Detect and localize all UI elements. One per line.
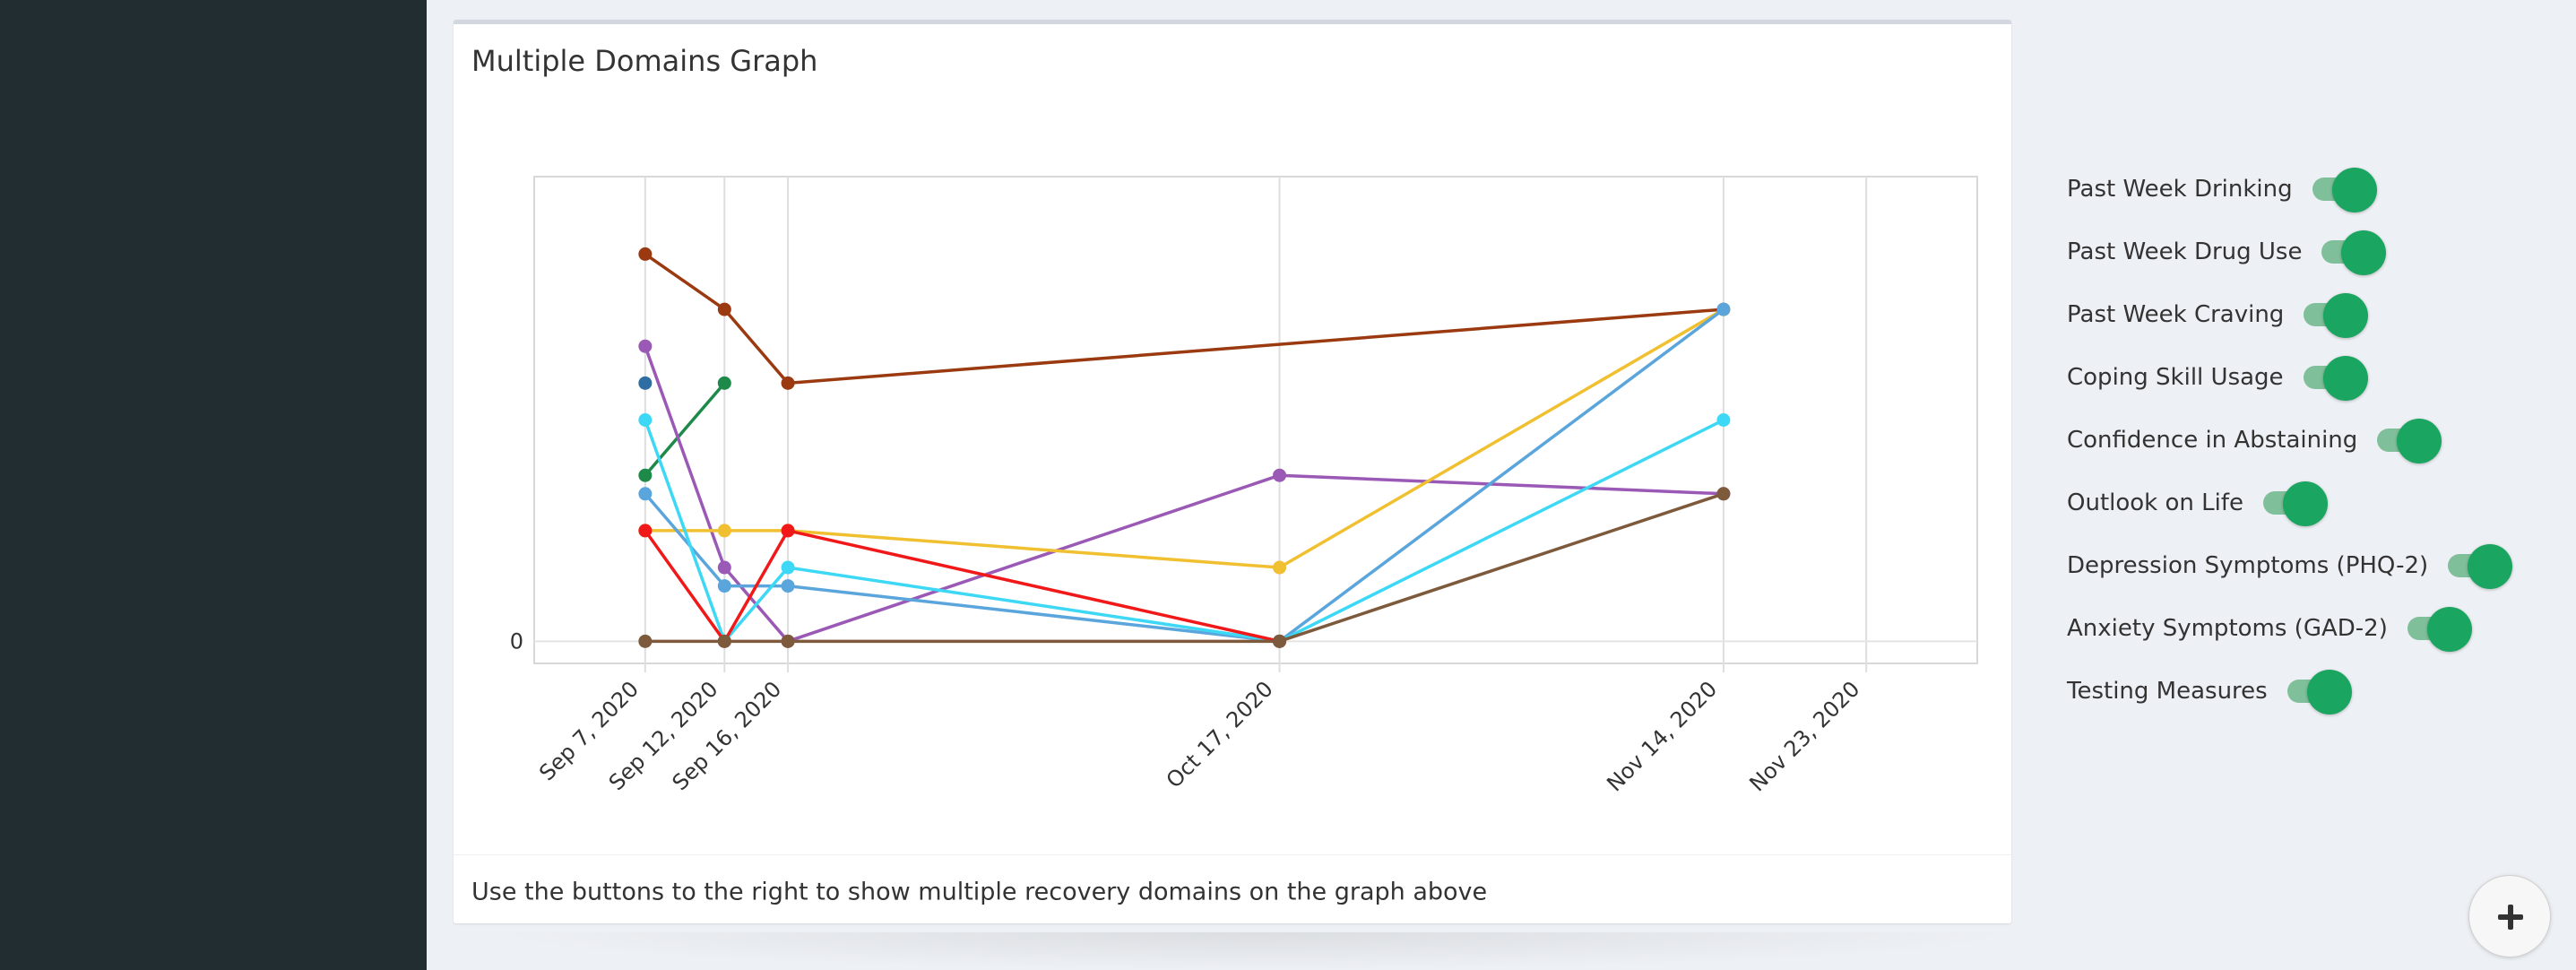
series-line xyxy=(644,307,1725,569)
domain-toggle-switch[interactable] xyxy=(2286,670,2352,715)
data-point xyxy=(781,376,795,390)
toggle-label: Coping Skill Usage xyxy=(2067,364,2284,391)
data-point xyxy=(781,579,795,593)
toggle-knob xyxy=(2283,481,2329,526)
data-point xyxy=(1716,302,1731,316)
series-line xyxy=(644,307,1725,644)
toggle-knob xyxy=(2426,607,2472,652)
toggle-knob xyxy=(2322,356,2368,401)
x-tick-label: Oct 17, 2020 xyxy=(1162,676,1278,792)
data-point xyxy=(717,376,731,390)
sidebar xyxy=(0,0,427,970)
domain-toggle-switch[interactable] xyxy=(2321,230,2387,275)
toggle-knob xyxy=(2306,670,2352,715)
data-point xyxy=(781,634,795,648)
toggle-label: Past Week Craving xyxy=(2067,301,2285,328)
toggle-label: Confidence in Abstaining xyxy=(2067,427,2358,454)
toggle-knob xyxy=(2468,544,2513,589)
plus-icon-stroke xyxy=(2508,905,2513,930)
toggle-label: Testing Measures xyxy=(2067,678,2268,705)
data-point xyxy=(638,468,653,482)
toggle-row: Past Week Drinking xyxy=(2067,158,2551,221)
toggle-row: Coping Skill Usage xyxy=(2067,346,2551,409)
domain-toggle-switch[interactable] xyxy=(2448,544,2513,589)
toggle-label: Past Week Drinking xyxy=(2067,176,2293,203)
domain-toggles: Past Week Drinking Past Week Drug Use Past… xyxy=(2067,158,2551,723)
footer-text: Use the buttons to the right to show mul… xyxy=(471,878,1488,905)
x-tick-label: Nov 23, 2020 xyxy=(1745,676,1865,796)
x-tick-label: Nov 14, 2020 xyxy=(1602,676,1722,796)
domain-toggle-switch[interactable] xyxy=(2263,481,2329,526)
domain-toggle-switch[interactable] xyxy=(2303,356,2368,401)
data-point xyxy=(638,634,653,648)
plot-frame xyxy=(533,176,1978,664)
toggle-knob xyxy=(2323,293,2369,338)
data-point xyxy=(717,524,731,538)
toggle-knob xyxy=(2341,230,2387,275)
data-point xyxy=(781,560,795,575)
data-point xyxy=(638,376,653,390)
data-point xyxy=(638,524,653,538)
series-line xyxy=(644,345,1724,644)
domain-toggle-switch[interactable] xyxy=(2377,419,2442,463)
y-tick-label: 0 xyxy=(510,628,523,654)
toggle-knob xyxy=(2397,419,2442,463)
data-point xyxy=(1716,487,1731,501)
toggle-row: Testing Measures xyxy=(2067,660,2551,723)
data-point xyxy=(638,413,653,427)
data-point xyxy=(781,524,795,538)
data-point xyxy=(638,339,653,353)
data-point xyxy=(1273,560,1287,575)
data-point xyxy=(1273,634,1287,648)
domain-toggle-switch[interactable] xyxy=(2312,168,2377,212)
series-line xyxy=(644,252,1725,385)
toggle-row: Depression Symptoms (PHQ-2) xyxy=(2067,534,2551,597)
toggle-row: Confidence in Abstaining xyxy=(2067,409,2551,472)
card-shadow xyxy=(484,932,2026,970)
toggle-label: Outlook on Life xyxy=(2067,489,2244,516)
domain-toggle-switch[interactable] xyxy=(2407,607,2472,652)
toggle-row: Past Week Craving xyxy=(2067,283,2551,346)
graph-card: Multiple Domains Graph Sep 7, 2020 Sep 12… xyxy=(454,20,2011,923)
toggle-row: Outlook on Life xyxy=(2067,472,2551,534)
add-button[interactable] xyxy=(2468,875,2551,957)
data-point xyxy=(1273,468,1287,482)
toggle-label: Depression Symptoms (PHQ-2) xyxy=(2067,552,2429,579)
data-point xyxy=(717,634,731,648)
toggle-label: Past Week Drug Use xyxy=(2067,238,2303,265)
data-point xyxy=(638,247,653,261)
toggle-label: Anxiety Symptoms (GAD-2) xyxy=(2067,615,2388,642)
multiple-domains-chart: Sep 7, 2020Sep 12, 2020Sep 16, 2020 Oct 1… xyxy=(510,176,1978,796)
data-point xyxy=(1716,413,1731,427)
x-tick-label: Sep 16, 2020 xyxy=(668,676,787,795)
toggle-row: Anxiety Symptoms (GAD-2) xyxy=(2067,597,2551,660)
data-point xyxy=(717,560,731,575)
toggle-row: Past Week Drug Use xyxy=(2067,221,2551,283)
data-point xyxy=(717,302,731,316)
card-footer: Use the buttons to the right to show mul… xyxy=(454,854,2011,928)
data-point xyxy=(717,579,731,593)
domain-toggle-switch[interactable] xyxy=(2304,293,2369,338)
toggle-knob xyxy=(2331,168,2377,212)
data-point xyxy=(638,487,653,501)
